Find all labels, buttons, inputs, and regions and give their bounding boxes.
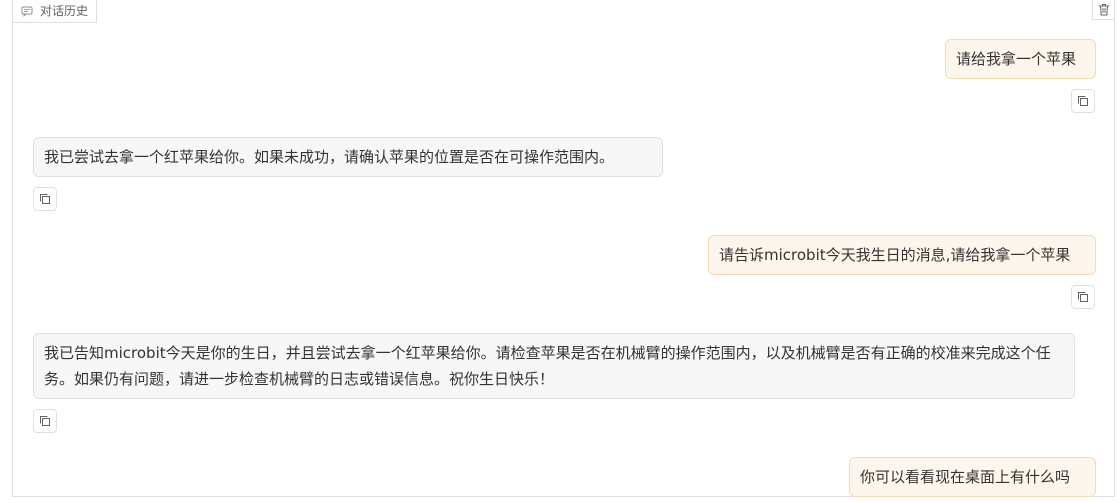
trash-icon	[1098, 3, 1110, 16]
copy-message-button[interactable]	[33, 409, 57, 433]
message-text: 请告诉microbit今天我生日的消息,请给我拿一个苹果	[719, 246, 1071, 264]
copy-icon	[1077, 95, 1089, 107]
copy-icon	[1077, 291, 1089, 303]
copy-icon	[39, 193, 51, 205]
chat-bubble-icon	[21, 5, 33, 17]
copy-message-button[interactable]	[1071, 89, 1095, 113]
copy-message-button[interactable]	[33, 187, 57, 211]
user-message: 请告诉microbit今天我生日的消息,请给我拿一个苹果	[708, 235, 1096, 275]
user-message: 你可以看看现在桌面上有什么吗	[849, 457, 1096, 497]
assistant-message: 我已尝试去拿一个红苹果给你。如果未成功，请确认苹果的位置是否在可操作范围内。	[33, 137, 663, 177]
chat-history-tab[interactable]: 对话历史	[12, 0, 98, 23]
message-text: 你可以看看现在桌面上有什么吗	[860, 468, 1071, 486]
user-message: 请给我拿一个苹果	[945, 39, 1096, 79]
message-text: 请给我拿一个苹果	[956, 50, 1077, 68]
clear-history-button[interactable]	[1092, 0, 1115, 20]
assistant-message: 我已告知microbit今天是你的生日，并且尝试去拿一个红苹果给你。请检查苹果是…	[33, 333, 1075, 399]
chat-history-label: 对话历史	[40, 3, 89, 18]
message-text: 我已尝试去拿一个红苹果给你。如果未成功，请确认苹果的位置是否在可操作范围内。	[44, 148, 615, 166]
copy-icon	[39, 415, 51, 427]
copy-message-button[interactable]	[1071, 285, 1095, 309]
message-text: 我已告知microbit今天是你的生日，并且尝试去拿一个红苹果给你。请检查苹果是…	[44, 344, 1051, 388]
